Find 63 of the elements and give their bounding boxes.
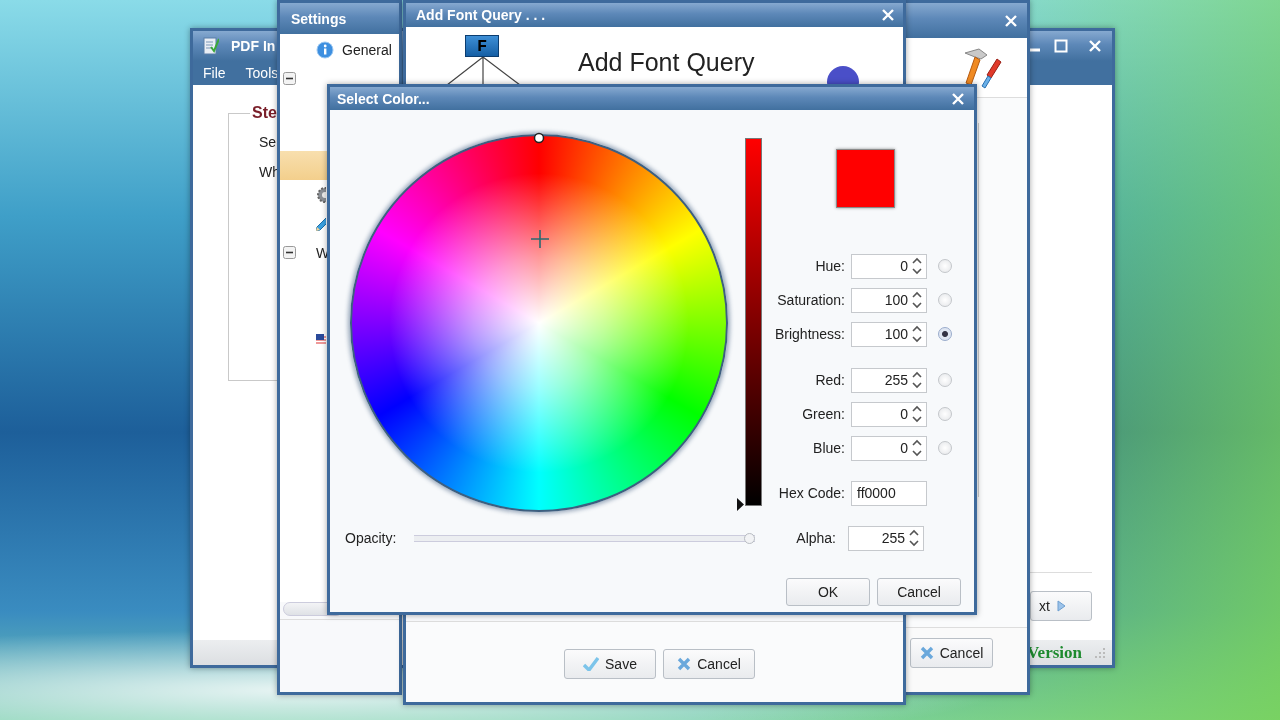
brightness-bar[interactable] <box>745 138 762 506</box>
document-icon <box>203 37 219 55</box>
number-field[interactable]: 100 <box>851 321 927 347</box>
radio-button[interactable] <box>938 407 952 421</box>
label-text: Se <box>259 134 278 150</box>
number-field[interactable]: 0 <box>851 253 927 279</box>
close-icon[interactable] <box>951 91 965 106</box>
number-field[interactable]: 0 <box>851 401 927 427</box>
info-icon <box>316 40 334 59</box>
radio-button[interactable] <box>938 293 952 307</box>
opacity-slider[interactable] <box>414 531 755 545</box>
selection-ring-icon[interactable] <box>533 132 545 144</box>
font-logo: F <box>465 35 499 57</box>
collapse-icon[interactable] <box>283 246 296 259</box>
save-button[interactable]: Save <box>564 649 656 679</box>
status-text: Version <box>1026 642 1082 663</box>
pencil-icon <box>316 216 326 231</box>
cancel-button[interactable]: Cancel <box>663 649 755 679</box>
slider-pointer-icon[interactable] <box>736 497 745 512</box>
cancel-button[interactable]: Cancel <box>910 638 993 668</box>
radio-button[interactable] <box>938 441 952 455</box>
radio-button[interactable] <box>938 259 952 273</box>
close-icon[interactable] <box>1004 13 1018 28</box>
next-button[interactable]: xt <box>1030 591 1092 621</box>
gear-icon <box>316 185 326 204</box>
checkmark-icon <box>583 657 600 671</box>
cancel-button[interactable]: Cancel <box>877 578 961 606</box>
color-preview <box>836 149 895 208</box>
field-label: Red: <box>814 372 845 388</box>
radio-button[interactable] <box>938 327 952 341</box>
window-title: PDF In <box>231 38 276 54</box>
field-label: Alpha: <box>795 530 836 546</box>
number-field[interactable]: 0 <box>851 435 927 461</box>
crosshair-icon[interactable] <box>530 229 550 249</box>
field-label: Brightness: <box>773 326 845 342</box>
dialog-heading: Add Font Query <box>578 47 755 77</box>
number-field[interactable]: 255 <box>851 367 927 393</box>
radio-button[interactable] <box>938 373 952 387</box>
field-label: Opacity: <box>345 530 398 546</box>
number-field[interactable]: 100 <box>851 287 927 313</box>
window-title: Settings <box>291 10 347 27</box>
close-icon[interactable] <box>881 8 895 22</box>
field-label: Blue: <box>812 440 845 456</box>
menu-item[interactable]: Tools <box>245 65 279 81</box>
field-label: Saturation: <box>776 292 845 308</box>
collapse-icon[interactable] <box>283 72 296 85</box>
resize-grip-icon[interactable] <box>1094 646 1106 659</box>
menu-item[interactable]: File <box>203 65 226 81</box>
tree-item[interactable]: General <box>342 41 392 58</box>
field-label: Green: <box>801 406 845 422</box>
ok-button[interactable]: OK <box>786 578 870 606</box>
close-icon <box>677 657 692 671</box>
slider-thumb[interactable] <box>744 532 755 544</box>
field-label: Hue: <box>814 258 845 274</box>
window-title: Select Color... <box>337 90 430 107</box>
field-label: Hex Code: <box>777 485 845 501</box>
number-field[interactable]: 255 <box>848 525 924 551</box>
arrow-right-icon <box>1055 599 1066 613</box>
close-icon <box>919 646 934 660</box>
window-title: Add Font Query . . . <box>416 7 546 23</box>
maximize-icon[interactable] <box>1054 39 1068 53</box>
close-icon[interactable] <box>1088 39 1102 53</box>
hex-field[interactable]: ff0000 <box>851 480 927 506</box>
